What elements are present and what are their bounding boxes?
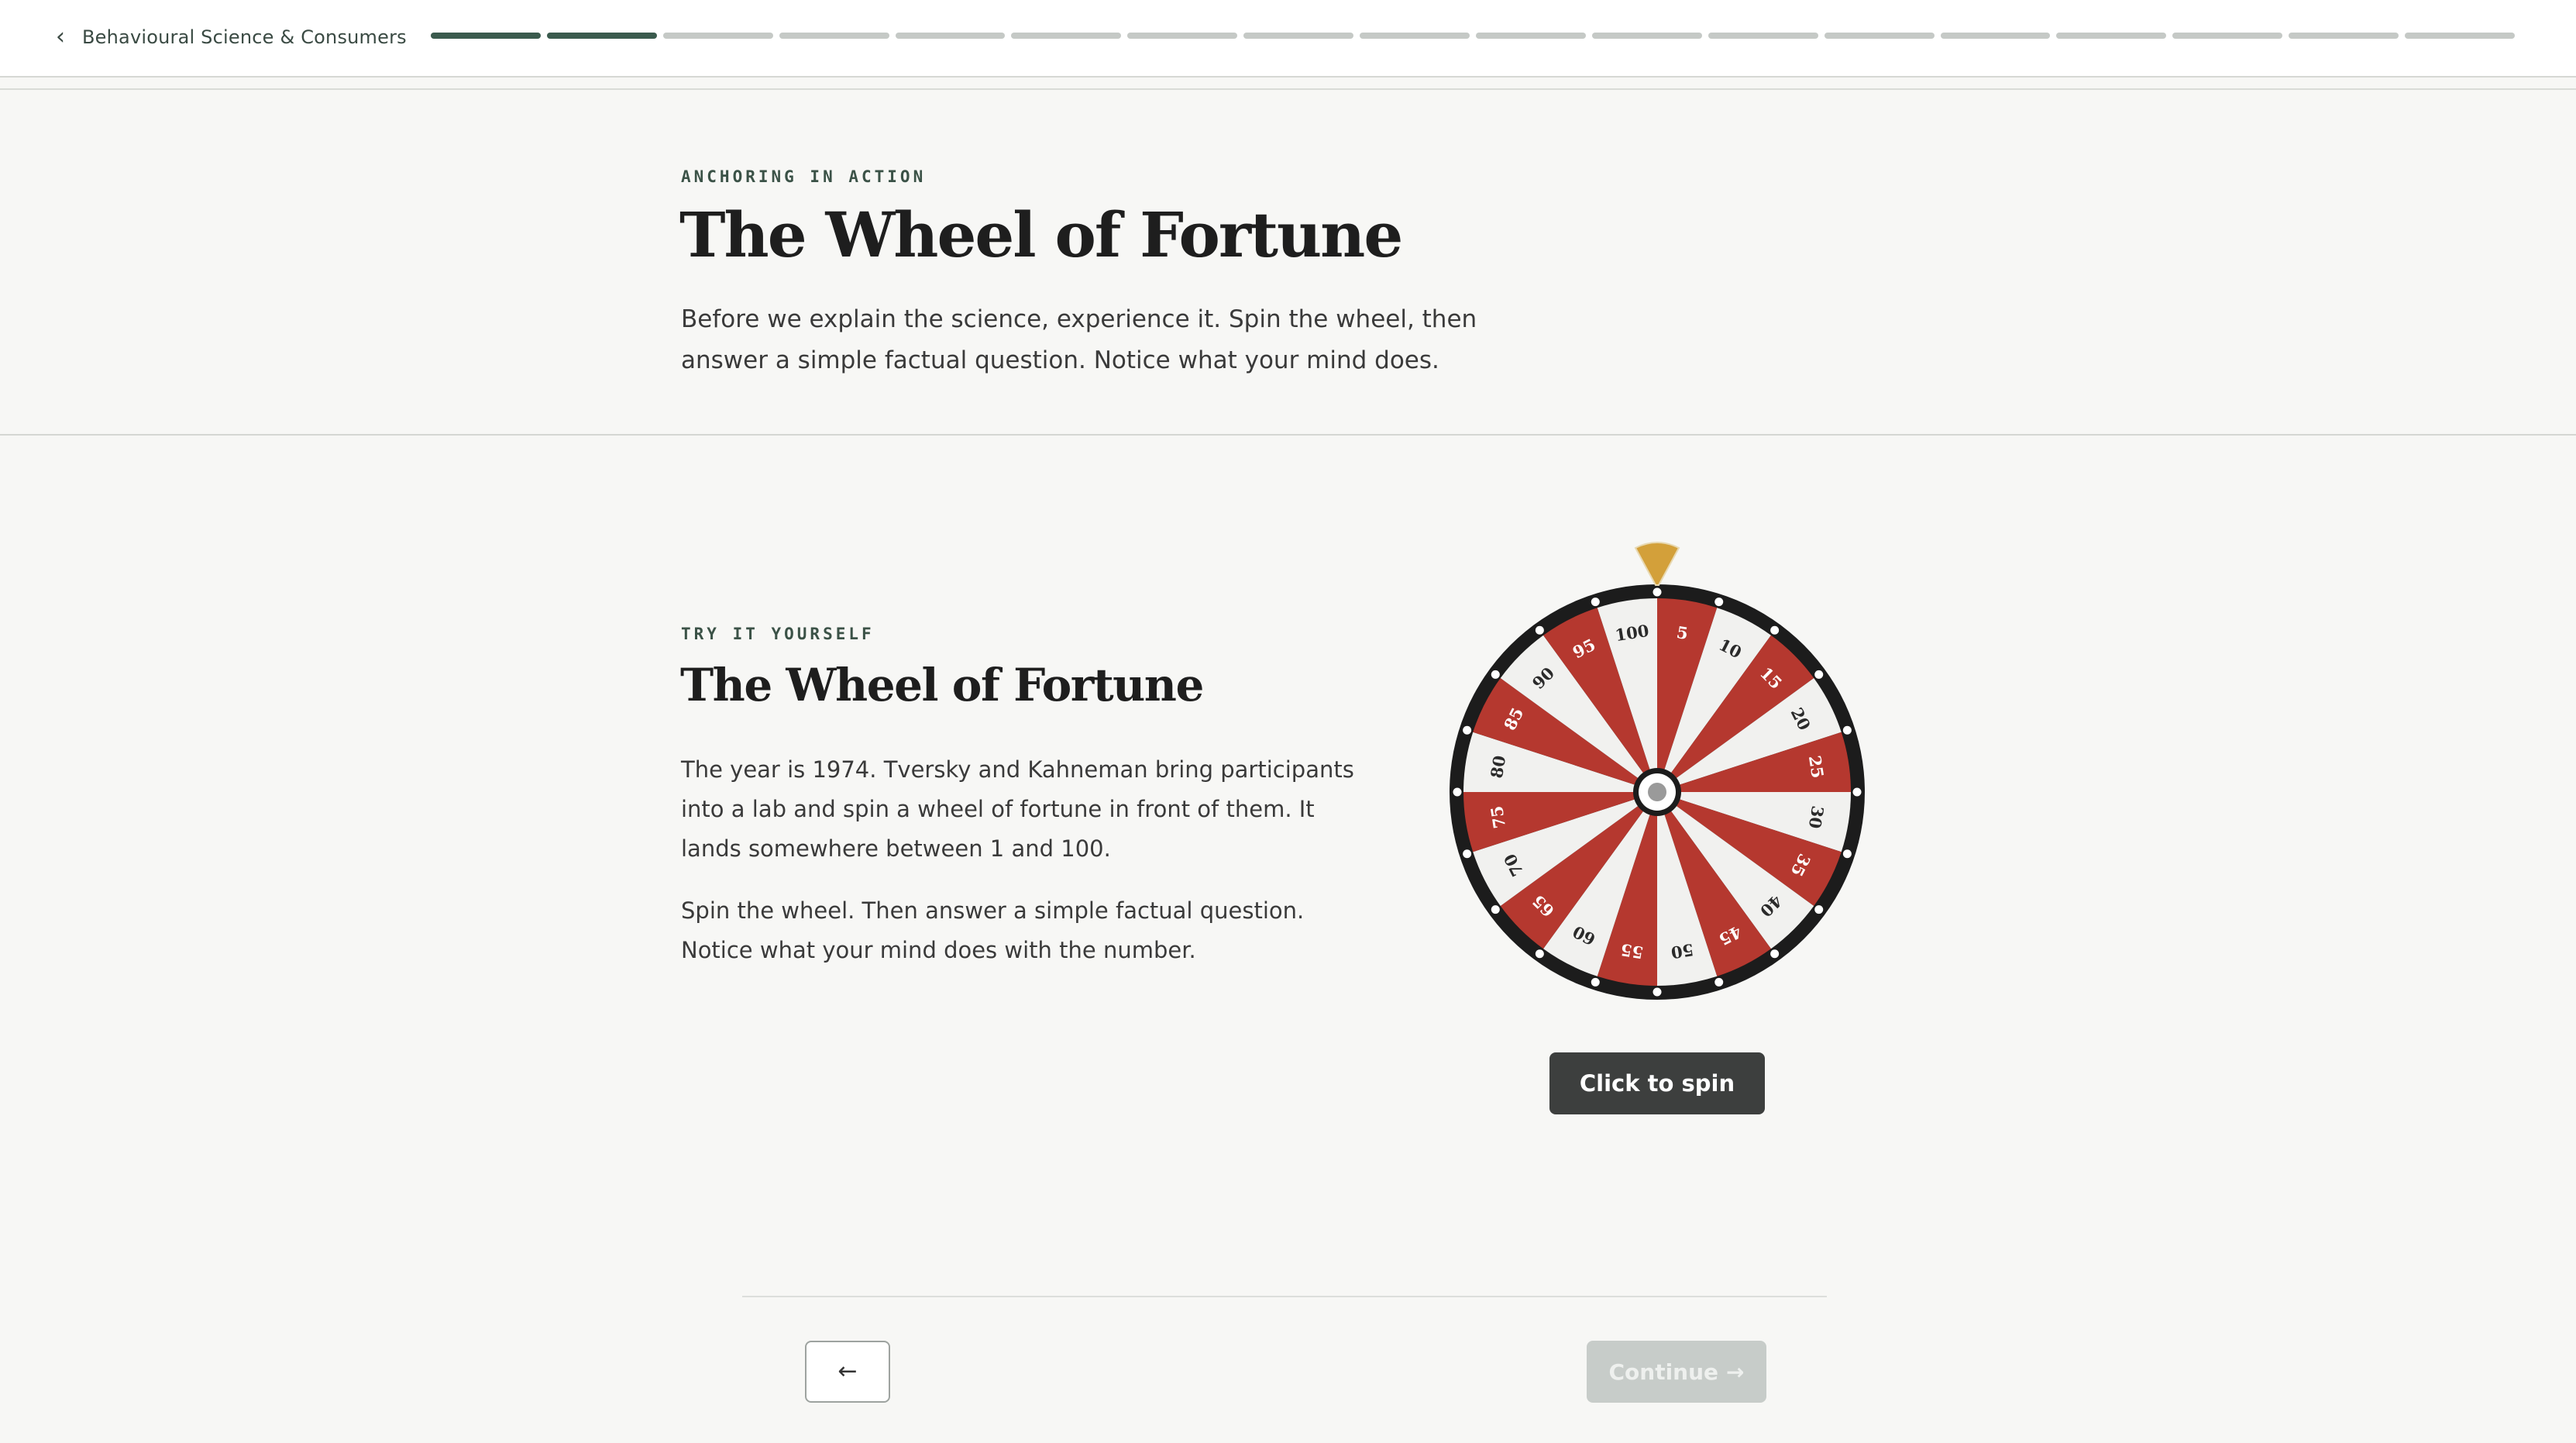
progress-segment <box>1011 33 1122 39</box>
wheel-peg <box>1852 787 1862 797</box>
progress-segment <box>895 33 1006 39</box>
activity-title: The Wheel of Fortune <box>680 659 1204 711</box>
progress-segment <box>1824 33 1935 39</box>
progress-segment <box>2172 33 2283 39</box>
course-title[interactable]: Behavioural Science & Consumers <box>82 26 407 48</box>
wheel-number: 55 <box>1619 940 1645 963</box>
wheel-number: 30 <box>1805 804 1828 830</box>
chevron-left-icon: ‹ <box>56 23 65 50</box>
progress-segment <box>1591 33 1702 39</box>
intro-section: ANCHORING IN ACTION The Wheel of Fortune… <box>0 90 2576 436</box>
continue-label: Continue <box>1608 1359 1719 1385</box>
spin-button[interactable]: Click to spin <box>1549 1052 1765 1114</box>
wheel-peg <box>1653 587 1662 597</box>
wheel-peg <box>1463 725 1472 735</box>
progress-segment <box>546 33 657 39</box>
progress-segment <box>1476 33 1586 39</box>
wheel-peg <box>1491 670 1500 679</box>
progress-segment <box>1127 33 1238 39</box>
wheel-peg <box>1842 725 1852 735</box>
intro-lead: Before we explain the science, experienc… <box>681 305 1477 374</box>
wheel-peg <box>1714 598 1724 607</box>
intro-eyebrow: ANCHORING IN ACTION <box>681 167 927 186</box>
wheel-number: 50 <box>1670 940 1695 963</box>
wheel-peg <box>1535 949 1544 959</box>
progress-segment <box>1243 33 1354 39</box>
arrow-right-icon: → <box>1726 1359 1745 1385</box>
wheel-peg <box>1653 987 1662 997</box>
wheel-peg <box>1714 977 1724 987</box>
wheel-peg <box>1591 977 1600 987</box>
wheel-peg <box>1770 949 1780 959</box>
previous-button[interactable]: ← <box>805 1341 890 1403</box>
wheel-number: 80 <box>1487 754 1509 780</box>
progress-segment <box>2056 33 2167 39</box>
page-title: The Wheel of Fortune <box>679 198 1403 271</box>
lesson-progress-bar <box>431 33 2516 39</box>
wheel-peg <box>1453 787 1462 797</box>
progress-segment <box>1360 33 1470 39</box>
arrow-left-icon: ← <box>837 1358 858 1385</box>
activity-paragraph-1: The year is 1974. Tversky and Kahneman b… <box>681 756 1354 862</box>
wheel-peg <box>1463 849 1472 859</box>
progress-segment <box>2289 33 2399 39</box>
progress-segment <box>2405 33 2516 39</box>
wheel-of-fortune[interactable]: 5 10 15 20 25 30 35 40 45 50 55 60 65 70 75 80 85 90 95 100 <box>1446 539 1872 1004</box>
footer-divider <box>742 1296 1827 1297</box>
wheel-peg <box>1491 905 1500 914</box>
top-bar: ‹ Behavioural Science & Consumers <box>0 0 2576 77</box>
wheel-peg <box>1770 625 1780 635</box>
wheel-number: 25 <box>1805 754 1828 780</box>
wheel-peg <box>1591 598 1600 607</box>
activity-paragraph-2: Spin the wheel. Then answer a simple fac… <box>681 897 1305 963</box>
progress-segment <box>1940 33 2051 39</box>
wheel-hub-center <box>1648 783 1666 801</box>
activity-eyebrow: TRY IT YOURSELF <box>681 625 875 643</box>
continue-button[interactable]: Continue → <box>1587 1341 1766 1403</box>
progress-segment <box>662 33 773 39</box>
progress-segment <box>1708 33 1818 39</box>
course-back-link[interactable]: ‹ Behavioural Science & Consumers <box>56 22 407 53</box>
wheel-peg <box>1842 849 1852 859</box>
progress-segment <box>431 33 541 39</box>
wheel-peg <box>1535 625 1544 635</box>
wheel-number: 75 <box>1487 804 1509 830</box>
wheel-pointer-icon <box>1634 542 1680 586</box>
wheel-peg <box>1814 670 1824 679</box>
wheel-peg <box>1814 905 1824 914</box>
progress-segment <box>779 33 889 39</box>
